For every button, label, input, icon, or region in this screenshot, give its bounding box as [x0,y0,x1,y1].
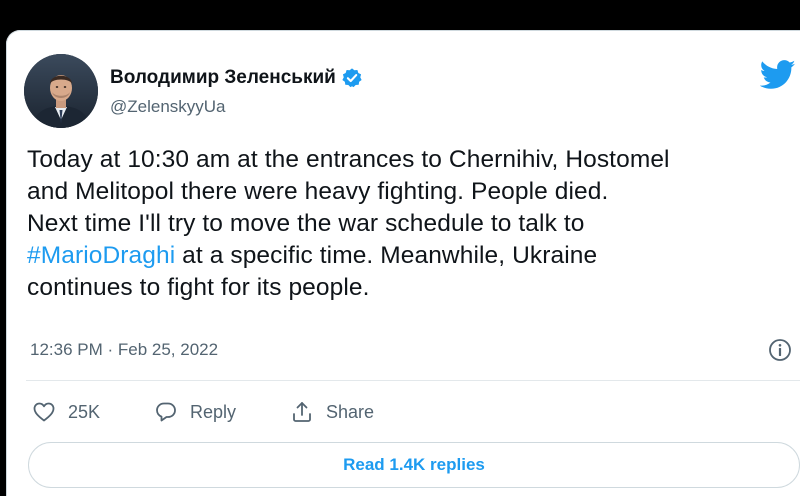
info-icon[interactable] [768,338,792,362]
tweet-text-line: #MarioDraghi at a specific time. Meanwhi… [27,240,797,272]
reply-button[interactable]: Reply [154,398,236,426]
tweet-text-segment: at a specific time. Meanwhile, Ukraine [175,242,598,269]
avatar[interactable] [24,54,98,128]
tweet-text: Today at 10:30 am at the entrances to Ch… [27,144,797,304]
heart-icon [33,402,55,422]
tweet-text-line: continues to fight for its people. [27,274,370,301]
tweet-card: Володимир Зеленський @ZelenskyyUa Today … [6,30,800,496]
author-display-name[interactable]: Володимир Зеленський [110,67,336,89]
tweet-text-line: Today at 10:30 am at the entrances to Ch… [27,146,670,173]
reply-bubble-icon [156,402,176,422]
share-icon [293,402,311,422]
tweet-text-line: and Melitopol there were heavy fighting.… [27,178,609,205]
like-count: 25K [68,401,101,422]
top-black-bar [0,0,800,30]
share-label: Share [326,401,375,422]
divider [26,380,800,381]
avatar-photo [24,54,98,128]
author-name-row: Володимир Зеленський [110,66,363,90]
hashtag-link[interactable]: #MarioDraghi [27,242,175,269]
verified-badge-icon [341,67,363,89]
tweet-text-line: Next time I'll try to move the war sched… [27,210,585,237]
screenshot: Володимир Зеленський @ZelenskyyUa Today … [0,0,800,496]
tweet-timestamp[interactable]: 12:36 PM · Feb 25, 2022 [30,340,218,360]
read-replies-label: Read 1.4K replies [343,455,485,474]
read-replies-button[interactable]: Read 1.4K replies [28,442,800,488]
twitter-bird-icon[interactable] [759,60,796,90]
like-button[interactable]: 25K [32,398,100,426]
share-button[interactable]: Share [290,398,374,426]
reply-label: Reply [190,401,237,422]
author-handle[interactable]: @ZelenskyyUa [110,97,226,117]
